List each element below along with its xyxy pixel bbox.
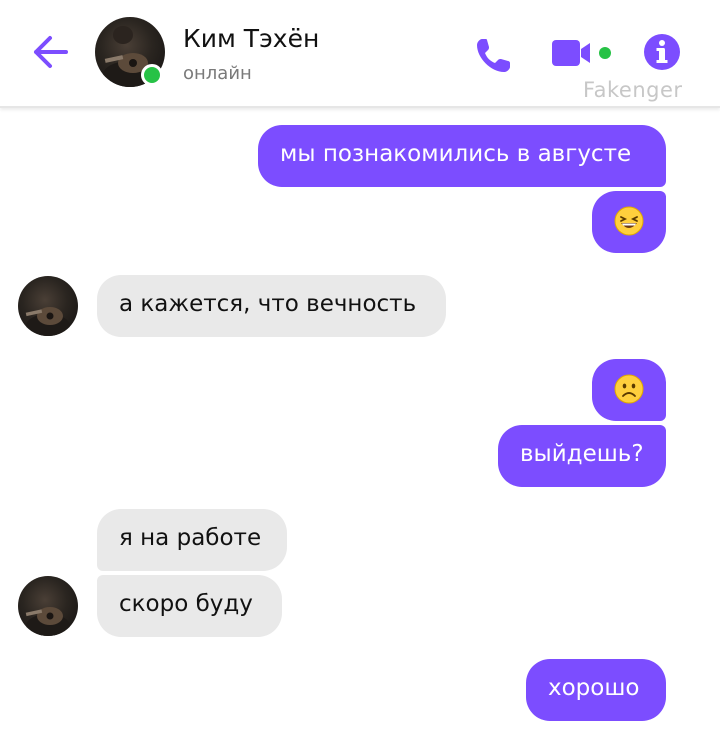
chat-header: Ким Тэхён онлайн Fakenger [0,0,720,108]
message-bubble-outgoing[interactable]: выйдешь? [498,425,666,487]
arrow-left-icon [34,36,68,68]
watermark: Fakenger [583,78,683,102]
online-indicator [141,64,163,86]
message-text: я на работе [119,525,262,551]
message-text: мы познакомились в августе [280,141,632,167]
message-text: а кажется, что вечность [119,291,417,317]
phone-icon [477,39,510,72]
message-bubble-incoming[interactable]: а кажется, что вечность [97,275,446,337]
contact-avatar-small[interactable] [18,276,78,336]
video-call-button[interactable] [550,38,616,68]
message-bubble-outgoing[interactable] [592,191,666,253]
contact-status: онлайн [183,63,252,84]
message-bubble-outgoing[interactable]: хорошо [526,659,666,721]
message-bubble-outgoing[interactable] [592,359,666,421]
info-button[interactable] [643,33,681,71]
message-bubble-outgoing[interactable]: мы познакомились в августе [258,125,666,187]
message-text: скоро буду [119,591,253,617]
message-bubble-incoming[interactable]: я на работе [97,509,287,571]
back-button[interactable] [28,30,72,74]
info-icon [644,34,680,70]
grinning-squinting-face-emoji [614,206,644,235]
frowning-face-emoji [614,374,644,403]
message-bubble-incoming[interactable]: скоро буду [97,575,282,637]
message-text: выйдешь? [520,441,644,467]
video-camera-icon [552,40,611,66]
contact-name[interactable]: Ким Тэхён [183,24,319,53]
call-button[interactable] [473,34,515,76]
contact-avatar-small[interactable] [18,576,78,636]
message-text: хорошо [548,675,640,701]
